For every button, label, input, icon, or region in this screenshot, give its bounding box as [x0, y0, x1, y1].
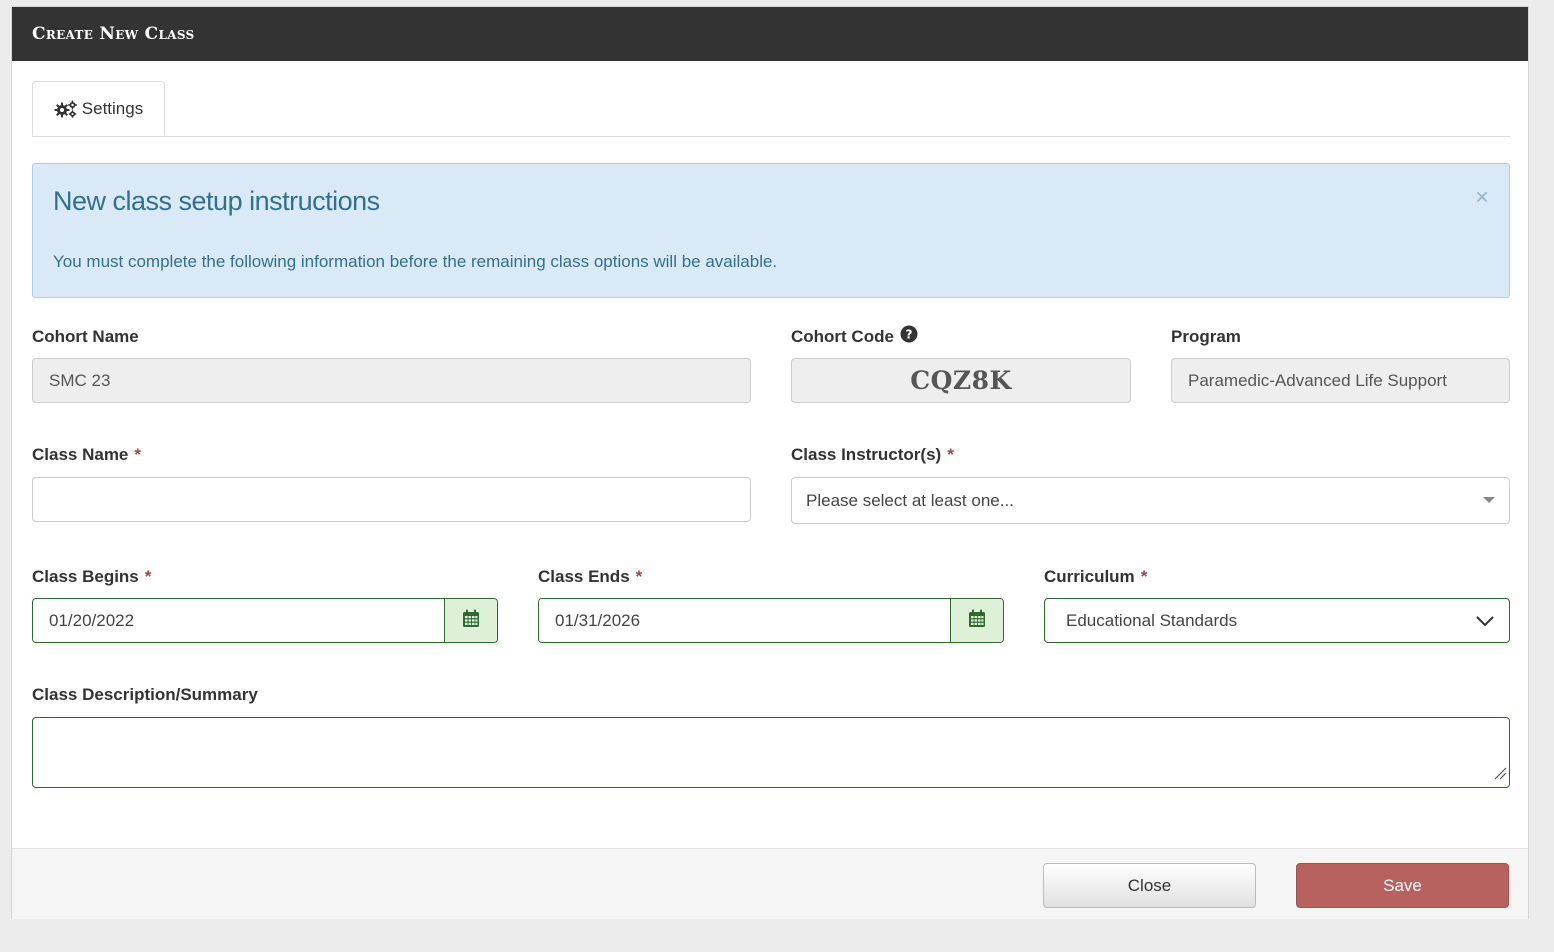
curriculum-select[interactable]: Educational Standards — [1044, 598, 1510, 643]
class-ends-date-group: 01/31/2026 — [538, 598, 1004, 643]
required-mark: * — [134, 445, 142, 464]
class-description-label: Class Description/Summary — [32, 685, 258, 704]
alert-text: You must complete the following informat… — [53, 252, 778, 271]
required-mark: * — [947, 445, 954, 464]
class-begins-date-group: 01/20/2022 — [32, 598, 498, 643]
class-name-label: Class Name * — [32, 445, 142, 464]
chevron-down-icon — [1475, 613, 1495, 633]
svg-text:?: ? — [905, 328, 912, 342]
required-mark: * — [635, 567, 643, 586]
cohort-code-label: Cohort Code ? — [791, 325, 918, 348]
class-ends-label: Class Ends * — [538, 567, 643, 586]
close-icon[interactable]: × — [1475, 186, 1489, 210]
class-begins-calendar-button[interactable] — [444, 599, 497, 642]
caret-down-icon — [1483, 497, 1495, 503]
calendar-icon — [462, 609, 480, 633]
cohort-name-label: Cohort Name — [32, 327, 139, 346]
class-begins-input[interactable]: 01/20/2022 — [33, 599, 444, 642]
create-class-modal: Create New Class Settings New class setu… — [11, 6, 1529, 919]
class-begins-label: Class Begins * — [32, 567, 152, 586]
class-instructors-label: Class Instructor(s) * — [791, 445, 954, 464]
modal-footer: Close Save — [12, 848, 1528, 919]
tab-settings-label: Settings — [81, 98, 144, 118]
class-ends-calendar-button[interactable] — [950, 599, 1003, 642]
class-ends-input[interactable]: 01/31/2026 — [539, 599, 950, 642]
class-instructors-placeholder: Please select at least one... — [806, 490, 1014, 510]
cohort-code-field: CQZ8K — [791, 358, 1131, 403]
curriculum-selected-value: Educational Standards — [1066, 610, 1238, 630]
cohort-code-value: CQZ8K — [910, 366, 1012, 395]
tab-settings[interactable]: Settings — [32, 81, 165, 136]
gears-icon — [54, 100, 78, 118]
alert-title: New class setup instructions — [53, 186, 380, 216]
program-field: Paramedic-Advanced Life Support — [1171, 358, 1510, 403]
close-button[interactable]: Close — [1043, 863, 1256, 908]
modal-title: Create New Class — [32, 24, 195, 44]
save-button[interactable]: Save — [1296, 863, 1509, 908]
class-name-input[interactable] — [32, 477, 751, 522]
calendar-icon — [968, 609, 986, 633]
class-instructors-select[interactable]: Please select at least one... — [791, 477, 1510, 524]
program-label: Program — [1171, 327, 1241, 346]
modal-header: Create New Class — [12, 7, 1528, 61]
class-description-textarea[interactable] — [32, 717, 1510, 788]
required-mark: * — [144, 567, 152, 586]
resize-grip-icon[interactable] — [1493, 766, 1507, 785]
question-circle-icon[interactable]: ? — [900, 325, 918, 348]
setup-instructions-alert: New class setup instructions You must co… — [32, 163, 1510, 298]
tab-bar: Settings — [32, 81, 1510, 137]
required-mark: * — [1140, 567, 1148, 586]
curriculum-label: Curriculum * — [1044, 567, 1148, 586]
cohort-name-field: SMC 23 — [32, 358, 751, 403]
